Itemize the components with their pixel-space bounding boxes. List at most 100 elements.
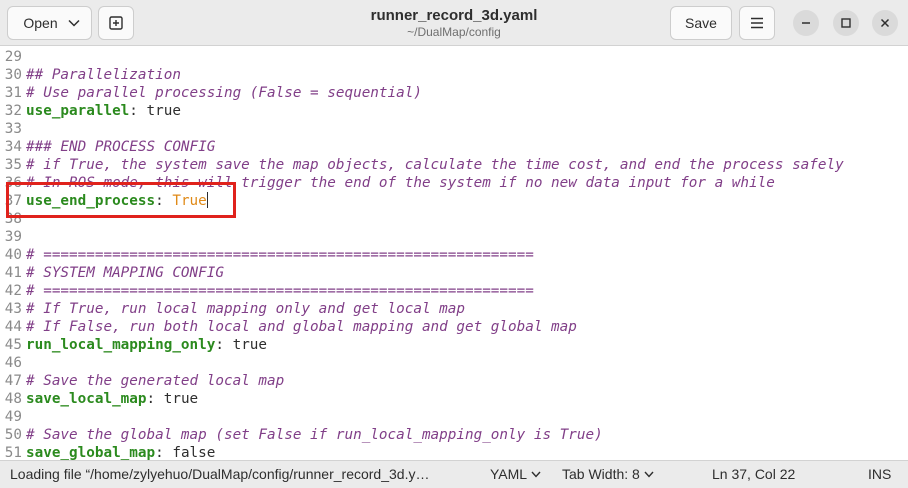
- yaml-key: use_parallel: [26, 103, 130, 119]
- code-line[interactable]: 44 # If False, run both local and global …: [0, 318, 908, 336]
- code-line[interactable]: 50 # Save the global map (set False if ru…: [0, 426, 908, 444]
- save-button-label: Save: [685, 15, 717, 31]
- new-tab-icon: [109, 16, 123, 30]
- chevron-down-icon: [644, 471, 654, 478]
- line-number: 40: [4, 247, 22, 263]
- yaml-separator: :: [215, 337, 233, 353]
- cursor-position[interactable]: Ln 37, Col 22: [712, 466, 795, 482]
- window-subtitle: ~/DualMap/config: [407, 25, 501, 39]
- line-number: 50: [4, 427, 22, 443]
- minimize-button[interactable]: [793, 10, 819, 36]
- chevron-down-icon: [68, 19, 80, 27]
- yaml-key: run_local_mapping_only: [26, 337, 216, 353]
- new-tab-button[interactable]: [98, 6, 134, 40]
- code-line[interactable]: 33: [0, 120, 908, 138]
- maximize-button[interactable]: [833, 10, 859, 36]
- line-number: 49: [4, 409, 22, 425]
- line-content: # if True, the system save the map objec…: [26, 156, 844, 174]
- open-button[interactable]: Open: [7, 6, 92, 40]
- code-line[interactable]: 51 save_global_map: false: [0, 444, 908, 460]
- code-line[interactable]: 48 save_local_map: true: [0, 390, 908, 408]
- line-content: ## Parallelization: [26, 66, 181, 84]
- code-line[interactable]: 29: [0, 48, 908, 66]
- line-content: # Use parallel processing (False = seque…: [26, 84, 422, 102]
- line-content: # Save the generated local map: [26, 372, 284, 390]
- line-number: 29: [4, 49, 22, 65]
- line-content: save_local_map: true: [26, 390, 198, 408]
- line-number: 43: [4, 301, 22, 317]
- line-number: 46: [4, 355, 22, 371]
- line-number: 42: [4, 283, 22, 299]
- line-number: 34: [4, 139, 22, 155]
- comment-text: ## Parallelization: [26, 67, 181, 83]
- open-button-label: Open: [23, 15, 58, 31]
- code-line[interactable]: 35 # if True, the system save the map obj…: [0, 156, 908, 174]
- comment-text: # ======================================…: [26, 283, 534, 299]
- yaml-separator: :: [129, 103, 147, 119]
- line-content: use_parallel: true: [26, 102, 181, 120]
- close-button[interactable]: [872, 10, 898, 36]
- line-number: 33: [4, 121, 22, 137]
- header-bar: Open runner_record_3d.yaml ~/DualMap/con…: [0, 0, 908, 46]
- code-line[interactable]: 49: [0, 408, 908, 426]
- yaml-separator: :: [146, 391, 164, 407]
- save-button[interactable]: Save: [670, 6, 732, 40]
- line-number: 48: [4, 391, 22, 407]
- code-line[interactable]: 47 # Save the generated local map: [0, 372, 908, 390]
- code-line[interactable]: 45 run_local_mapping_only: true: [0, 336, 908, 354]
- window-title-area: runner_record_3d.yaml ~/DualMap/config: [300, 6, 608, 40]
- comment-text: # Use parallel processing (False = seque…: [26, 85, 422, 101]
- line-number: 39: [4, 229, 22, 245]
- close-icon: [880, 18, 890, 28]
- tab-width-label: Tab Width: 8: [562, 466, 640, 482]
- line-content: # Save the global map (set False if run_…: [26, 426, 603, 444]
- comment-text: # If False, run both local and global ma…: [26, 319, 577, 335]
- line-number: 45: [4, 337, 22, 353]
- yaml-separator: :: [155, 445, 173, 460]
- line-content: # ======================================…: [26, 246, 534, 264]
- language-selector[interactable]: YAML: [490, 466, 541, 482]
- code-line[interactable]: 41 # SYSTEM MAPPING CONFIG: [0, 264, 908, 282]
- line-content: run_local_mapping_only: true: [26, 336, 267, 354]
- line-content: save_global_map: false: [26, 444, 215, 460]
- code-line[interactable]: 34 ### END PROCESS CONFIG: [0, 138, 908, 156]
- line-content: # ======================================…: [26, 282, 534, 300]
- hamburger-menu-icon: [751, 17, 763, 29]
- yaml-value: true: [146, 103, 181, 119]
- window-title: runner_record_3d.yaml: [370, 7, 538, 24]
- line-number: 47: [4, 373, 22, 389]
- status-message: Loading file “/home/zylyehuo/DualMap/con…: [10, 466, 430, 482]
- yaml-value: false: [172, 445, 216, 460]
- code-line[interactable]: 43 # If True, run local mapping only and …: [0, 300, 908, 318]
- highlight-annotation-box: [6, 182, 236, 218]
- comment-text: # if True, the system save the map objec…: [26, 157, 844, 173]
- code-line[interactable]: 46: [0, 354, 908, 372]
- line-content: ### END PROCESS CONFIG: [26, 138, 215, 156]
- line-content: # SYSTEM MAPPING CONFIG: [26, 264, 224, 282]
- yaml-value: true: [232, 337, 268, 353]
- line-number: 31: [4, 85, 22, 101]
- line-content: # If True, run local mapping only and ge…: [26, 300, 465, 318]
- insert-mode[interactable]: INS: [868, 466, 891, 482]
- tab-width-selector[interactable]: Tab Width: 8: [562, 466, 654, 482]
- text-editor[interactable]: 29 30 ## Parallelization 31 # Use parallel p…: [0, 46, 908, 460]
- code-line[interactable]: 30 ## Parallelization: [0, 66, 908, 84]
- yaml-key: save_local_map: [26, 391, 147, 407]
- main-menu-button[interactable]: [739, 6, 775, 40]
- yaml-key: save_global_map: [26, 445, 156, 460]
- code-line[interactable]: 40 # ====================================…: [0, 246, 908, 264]
- chevron-down-icon: [531, 471, 541, 478]
- status-bar: Loading file “/home/zylyehuo/DualMap/con…: [0, 460, 908, 488]
- code-line[interactable]: 31 # Use parallel processing (False = seq…: [0, 84, 908, 102]
- minimize-icon: [802, 22, 810, 24]
- line-number: 32: [4, 103, 22, 119]
- comment-text: # Save the global map (set False if run_…: [26, 427, 603, 443]
- code-line[interactable]: 42 # ====================================…: [0, 282, 908, 300]
- line-number: 44: [4, 319, 22, 335]
- maximize-icon: [841, 18, 851, 28]
- language-label: YAML: [490, 466, 528, 482]
- code-line[interactable]: 32 use_parallel: true: [0, 102, 908, 120]
- code-line[interactable]: 39: [0, 228, 908, 246]
- line-number: 30: [4, 67, 22, 83]
- line-number: 35: [4, 157, 22, 173]
